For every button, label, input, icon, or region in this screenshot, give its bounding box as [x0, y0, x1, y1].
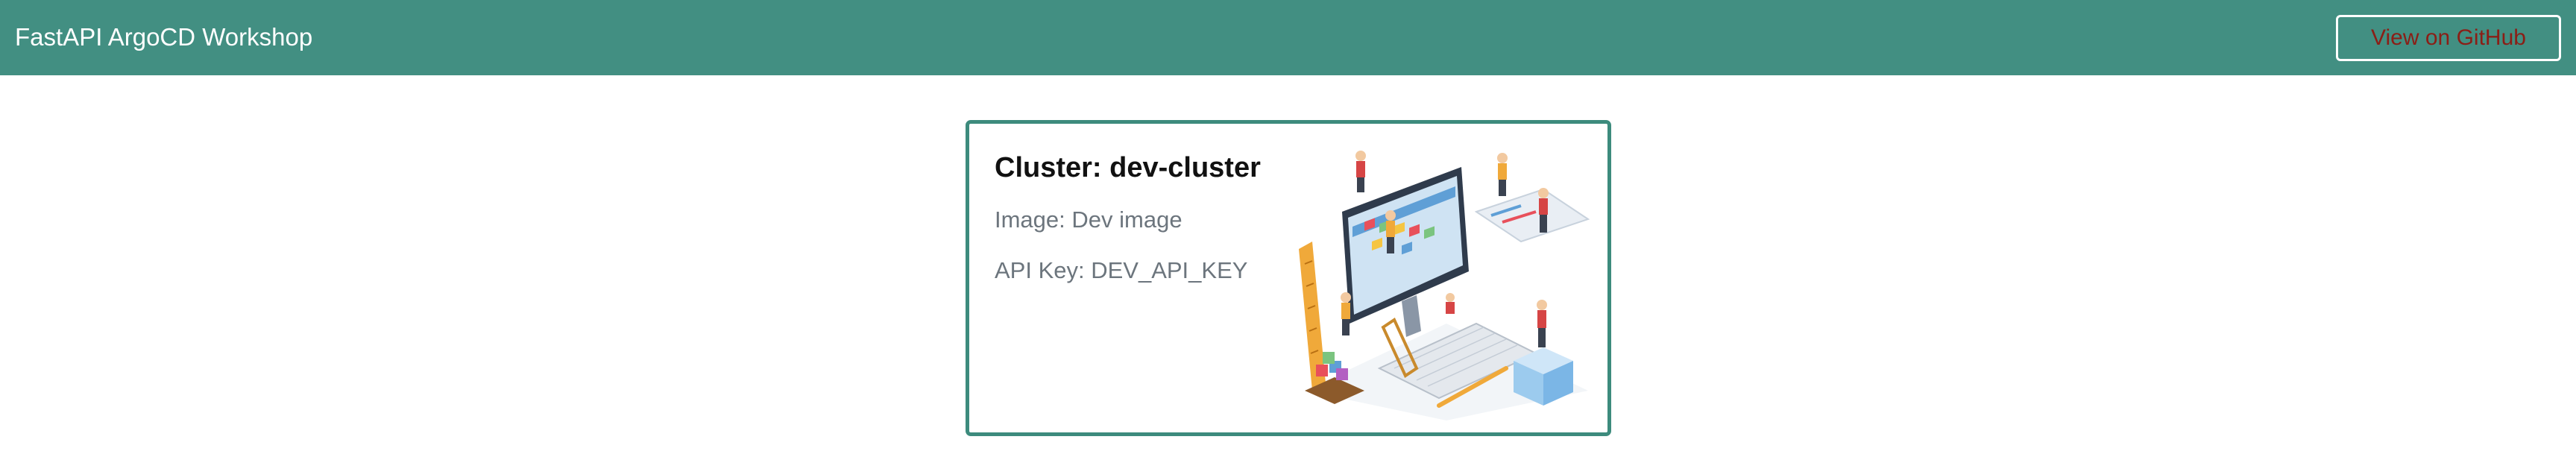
- api-key-label: API Key: DEV_API_KEY: [995, 257, 1248, 283]
- team-dashboard-illustration: [1299, 151, 1590, 420]
- cluster-title: Cluster: dev-cluster: [995, 152, 1261, 183]
- image-label: Image: Dev image: [995, 207, 1182, 233]
- navbar-brand[interactable]: FastAPI ArgoCD Workshop: [15, 22, 312, 52]
- cluster-card: Cluster: dev-cluster Image: Dev image AP…: [966, 120, 1611, 436]
- view-on-github-button[interactable]: View on GitHub: [2336, 15, 2561, 61]
- top-navbar: FastAPI ArgoCD Workshop View on GitHub: [0, 0, 2576, 75]
